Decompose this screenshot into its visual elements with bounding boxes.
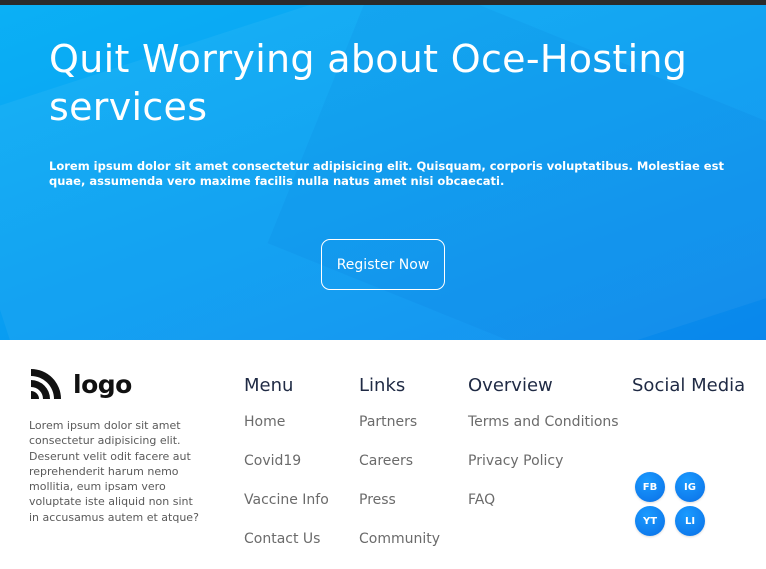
footer-link-covid19[interactable]: Covid19 bbox=[244, 453, 301, 469]
list-item: Home bbox=[244, 413, 329, 452]
logo[interactable]: logo bbox=[29, 367, 132, 401]
register-now-button[interactable]: Register Now bbox=[321, 239, 445, 290]
footer-link-careers[interactable]: Careers bbox=[359, 453, 413, 469]
list-item: Contact Us bbox=[244, 530, 329, 569]
rss-logo-icon bbox=[31, 369, 61, 399]
footer-link-privacy-policy[interactable]: Privacy Policy bbox=[468, 453, 563, 469]
footer-link-press[interactable]: Press bbox=[359, 492, 396, 508]
footer-social-column: Social Media FB IG YT LI bbox=[632, 373, 752, 536]
footer-about-text: Lorem ipsum dolor sit amet consectetur a… bbox=[29, 419, 199, 524]
list-item: Vaccine Info bbox=[244, 491, 329, 530]
footer-menu-list: Home Covid19 Vaccine Info Contact Us bbox=[244, 413, 329, 569]
footer-link-contact-us[interactable]: Contact Us bbox=[244, 531, 320, 547]
footer-menu-column: Menu Home Covid19 Vaccine Info Contact U… bbox=[244, 373, 329, 547]
logo-text: logo bbox=[73, 369, 132, 399]
footer-link-home[interactable]: Home bbox=[244, 414, 285, 430]
list-item: Covid19 bbox=[244, 452, 329, 491]
footer-link-community[interactable]: Community bbox=[359, 531, 440, 547]
facebook-icon[interactable]: FB bbox=[635, 472, 665, 502]
youtube-icon[interactable]: YT bbox=[635, 506, 665, 536]
list-item: Press bbox=[359, 491, 440, 530]
list-item: Careers bbox=[359, 452, 440, 491]
footer-overview-column: Overview Terms and Conditions Privacy Po… bbox=[468, 373, 619, 508]
instagram-icon[interactable]: IG bbox=[675, 472, 705, 502]
hero-title: Quit Worrying about Oce-Hosting services bbox=[49, 37, 688, 129]
list-item: Community bbox=[359, 530, 440, 569]
footer-social-heading: Social Media bbox=[632, 375, 746, 396]
footer-overview-heading: Overview bbox=[468, 375, 553, 396]
footer-link-vaccine-info[interactable]: Vaccine Info bbox=[244, 492, 329, 508]
hero-description: Lorem ipsum dolor sit amet consectetur a… bbox=[49, 159, 724, 188]
hero-section: Quit Worrying about Oce-Hosting services… bbox=[0, 5, 766, 340]
footer-link-partners[interactable]: Partners bbox=[359, 414, 417, 430]
list-item: Privacy Policy bbox=[468, 452, 619, 491]
footer-link-terms[interactable]: Terms and Conditions bbox=[468, 414, 619, 430]
footer-overview-list: Terms and Conditions Privacy Policy FAQ bbox=[468, 413, 619, 530]
list-item: Partners bbox=[359, 413, 440, 452]
list-item: FAQ bbox=[468, 491, 619, 530]
linkedin-icon[interactable]: LI bbox=[675, 506, 705, 536]
footer: logo Lorem ipsum dolor sit amet consecte… bbox=[0, 340, 766, 557]
list-item: Terms and Conditions bbox=[468, 413, 619, 452]
footer-links-column: Links Partners Careers Press Community bbox=[359, 373, 440, 547]
footer-links-heading: Links bbox=[359, 375, 406, 396]
footer-link-faq[interactable]: FAQ bbox=[468, 492, 495, 508]
footer-menu-heading: Menu bbox=[244, 375, 294, 396]
footer-links-list: Partners Careers Press Community bbox=[359, 413, 440, 569]
